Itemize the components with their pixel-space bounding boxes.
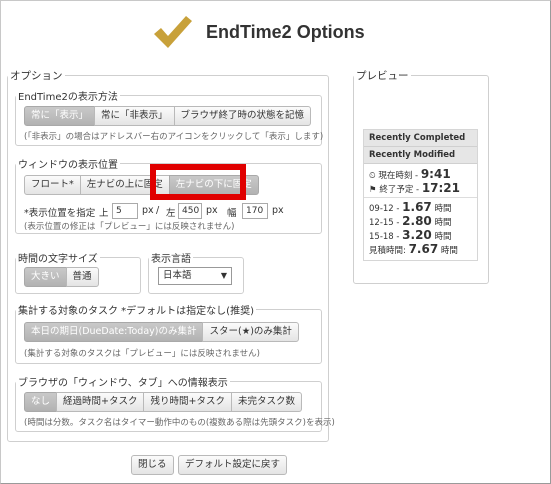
language-legend: 表示言語 <box>151 254 191 265</box>
time-block-row: 09-12 - 1.67 時間 <box>364 200 477 214</box>
highlight-annotation <box>150 164 246 200</box>
estimated-total-unit: 時間 <box>438 246 458 256</box>
time-block-unit: 時間 <box>431 204 452 214</box>
checkmark-logo-icon <box>154 16 192 48</box>
display-method-note: (「非表示」の場合はアドレスバー右のアイコンをクリックして「表示」します) <box>24 132 324 142</box>
position-float-button[interactable]: フロート* <box>24 175 81 195</box>
width-unit: px <box>272 205 284 216</box>
recently-modified-header: Recently Modified <box>364 147 477 164</box>
tasks-note: (集計する対象のタスクは「プレビュー」には反映されません) <box>24 349 260 359</box>
display-always-hide-button[interactable]: 常に「非表示」 <box>94 106 175 126</box>
clock-icon: ⏲ <box>369 171 379 181</box>
font-size-segment: 大きい 普通 <box>24 267 99 287</box>
info-display-legend: ブラウザの「ウィンドウ、タブ」への情報表示 <box>18 378 228 389</box>
font-size-normal-button[interactable]: 普通 <box>65 267 99 287</box>
top-unit: px <box>142 205 154 216</box>
end-time-label: 終了予定 - <box>379 185 422 195</box>
language-selected-value: 日本語 <box>163 270 192 281</box>
time-block-value: 3.20 <box>402 228 432 242</box>
display-remember-state-button[interactable]: ブラウザ終了時の状態を記憶 <box>173 106 312 126</box>
tasks-segment: 本日の期日(DueDate:Today)のみ集計 スター(★)のみ集計 <box>24 322 299 342</box>
tasks-legend: 集計する対象のタスク *デフォルトは指定なし(推奨) <box>18 306 254 317</box>
time-block-row: 15-18 - 3.20 時間 <box>364 228 477 242</box>
time-block-label: 15-18 - <box>369 232 403 242</box>
flag-icon: ⚑ <box>369 185 380 195</box>
width-label: 幅 <box>227 208 237 219</box>
info-display-note: (時間は分数。タスク名はタイマー動作中のもの(複数ある際は先頭タスク)を表示) <box>24 418 335 428</box>
close-button[interactable]: 閉じる <box>131 455 174 475</box>
display-always-show-button[interactable]: 常に「表示」 <box>24 106 96 126</box>
chevron-down-icon: ▼ <box>220 271 227 280</box>
page-title: EndTime2 Options <box>206 22 365 42</box>
info-none-button[interactable]: なし <box>24 392 58 412</box>
top-input[interactable]: 5 <box>112 203 138 219</box>
width-input[interactable]: 170 <box>242 203 268 219</box>
current-time-row: ⏲ 現在時刻 - 9:41 <box>364 167 477 181</box>
left-unit: px <box>206 205 218 216</box>
info-elapsed-task-button[interactable]: 経過時間+タスク <box>56 392 145 412</box>
options-legend: オプション <box>10 70 63 82</box>
time-block-label: 09-12 - <box>369 204 403 214</box>
slash-separator: / <box>156 205 160 216</box>
tasks-today-only-button[interactable]: 本日の期日(DueDate:Today)のみ集計 <box>24 322 204 342</box>
info-incomplete-count-button[interactable]: 未完タスク数 <box>230 392 302 412</box>
top-label: 上 <box>99 208 109 219</box>
left-label: 左 <box>166 208 176 219</box>
font-size-legend: 時間の文字サイズ <box>18 254 98 265</box>
reset-defaults-button[interactable]: デフォルト設定に戻す <box>178 455 288 475</box>
font-size-large-button[interactable]: 大きい <box>24 267 67 287</box>
info-display-segment: なし 経過時間+タスク 残り時間+タスク 未完タスク数 <box>24 392 302 412</box>
preview-card: Recently Completed Recently Modified ⏲ 現… <box>363 129 478 261</box>
time-block-label: 12-15 - <box>369 218 403 228</box>
current-time-value: 9:41 <box>420 167 451 181</box>
time-block-unit: 時間 <box>431 232 452 242</box>
tasks-starred-only-button[interactable]: スター(★)のみ集計 <box>202 322 299 342</box>
window-position-legend: ウィンドウの表示位置 <box>18 160 118 171</box>
time-block-value: 1.67 <box>402 200 432 214</box>
display-method-legend: EndTime2の表示方法 <box>18 92 118 103</box>
language-select[interactable]: 日本語 ▼ <box>158 267 232 285</box>
end-time-row: ⚑ 終了予定 - 17:21 <box>364 181 477 195</box>
recently-completed-header: Recently Completed <box>364 130 477 147</box>
display-method-segment: 常に「表示」 常に「非表示」 ブラウザ終了時の状態を記憶 <box>24 106 312 126</box>
end-time-value: 17:21 <box>421 181 461 195</box>
current-time-label: 現在時刻 - <box>378 171 421 181</box>
time-block-value: 2.80 <box>402 214 432 228</box>
info-remaining-task-button[interactable]: 残り時間+タスク <box>143 392 232 412</box>
position-note: (表示位置の修正は「プレビュー」には反映されません) <box>24 222 235 232</box>
preview-legend: プレビュー <box>356 70 409 82</box>
left-input[interactable]: 450 <box>178 203 202 219</box>
time-block-unit: 時間 <box>431 218 452 228</box>
time-block-row: 12-15 - 2.80 時間 <box>364 214 477 228</box>
position-specify-label: *表示位置を指定 <box>24 208 96 219</box>
preview-divider <box>364 197 477 198</box>
estimated-total-row: 見積時間: 7.67 時間 <box>364 242 477 256</box>
estimated-total-label: 見積時間: <box>369 246 409 256</box>
estimated-total-value: 7.67 <box>408 242 439 256</box>
